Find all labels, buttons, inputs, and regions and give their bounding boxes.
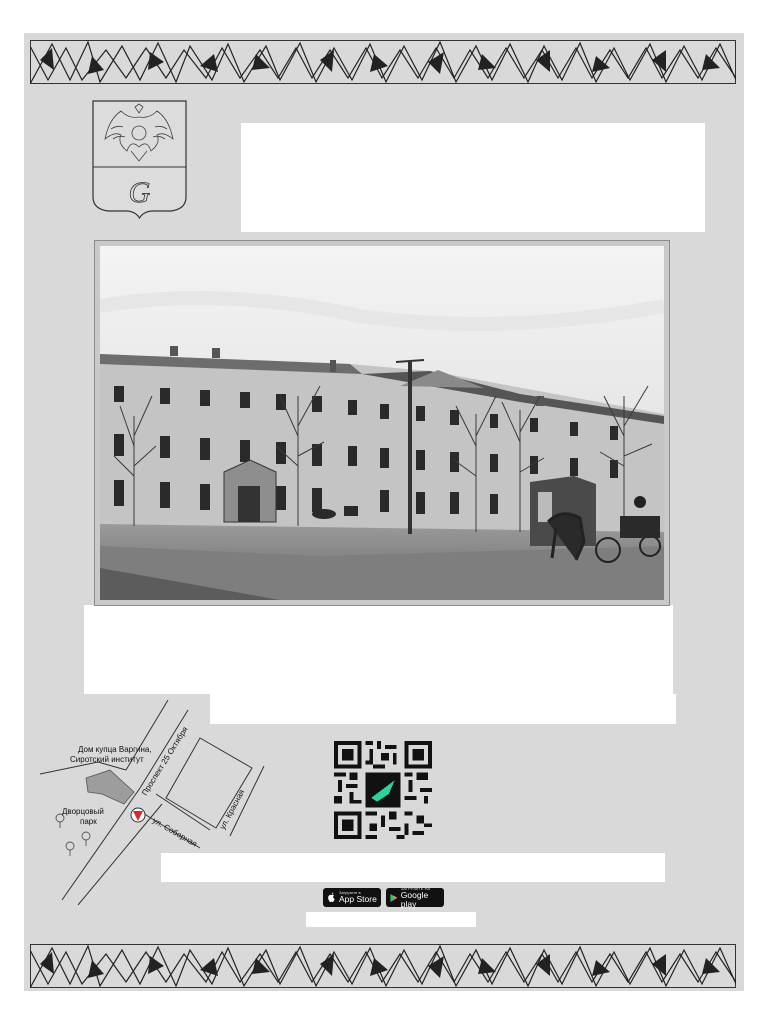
building-marker	[85, 769, 135, 805]
ornament-border-bottom	[30, 944, 736, 988]
description-text-box	[84, 605, 673, 694]
building-label-line1: Дом купца Варгина,	[78, 745, 152, 754]
coat-of-arms-icon: G	[92, 100, 187, 219]
apple-icon	[328, 892, 335, 902]
park-label-line1: Дворцовый	[62, 807, 104, 816]
google-play-button[interactable]: ЗАГРУЗИТЕ НА Google play	[386, 886, 444, 909]
title-text-box	[241, 123, 705, 232]
park-label-line2: парк	[80, 817, 97, 826]
qr-code-icon[interactable]	[334, 741, 432, 839]
photo-image	[100, 246, 664, 600]
app-store-button[interactable]: Загрузите в App Store	[323, 888, 381, 907]
map-pin-icon	[130, 807, 146, 823]
app-store-label: App Store	[339, 894, 377, 904]
location-map: Дом купца Варгина, Сиротский институт Дв…	[40, 700, 265, 905]
building-label-line2: Сиротский институт	[70, 755, 144, 764]
street-krasnaya-label: ул. Красная	[218, 788, 246, 831]
street-sobornaya-label: ул. Соборная	[151, 816, 199, 849]
footer-text-box	[306, 912, 476, 927]
city-block	[165, 737, 253, 829]
coat-letter: G	[129, 176, 151, 209]
historic-photo	[94, 240, 670, 606]
street-prospekt-label: Проспект 25 Октября	[140, 725, 190, 797]
google-play-icon	[390, 893, 398, 902]
ornament-border-top	[30, 40, 736, 84]
google-play-label: Google play	[400, 889, 429, 909]
